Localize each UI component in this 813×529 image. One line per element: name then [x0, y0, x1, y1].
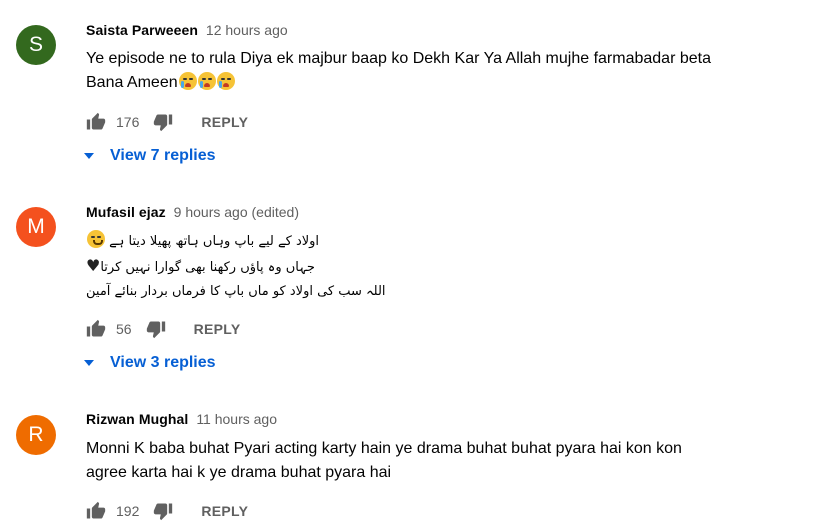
thumbs-up-icon[interactable] [86, 501, 106, 521]
loudly-crying-face-icon [216, 72, 235, 90]
view-replies-label: View 3 replies [110, 354, 216, 371]
reply-button[interactable]: REPLY [201, 114, 248, 130]
avatar[interactable]: S [16, 25, 56, 65]
loudly-crying-face-icon [178, 72, 197, 90]
comment-text-line: اللہ سب کی اولاد کو ماں باپ کا فرماں برد… [86, 284, 386, 299]
avatar[interactable]: R [16, 415, 56, 455]
like-count: 192 [116, 503, 140, 519]
comment-text-line: agree karta hai k ye drama buhat pyara h… [86, 464, 392, 481]
reply-button[interactable]: REPLY [201, 503, 248, 519]
view-replies-label: View 7 replies [110, 147, 216, 164]
timestamp[interactable]: 9 hours ago (edited) [174, 204, 299, 220]
thumbs-up-icon[interactable] [86, 112, 106, 132]
author-name[interactable]: Saista Parweeen [86, 22, 198, 38]
upside-down-face-icon [87, 230, 105, 248]
comment-actions: 192 REPLY [86, 500, 248, 522]
thumbs-up-icon[interactable] [86, 319, 106, 339]
comment-text-line: جہاں وہ پاؤں رکھنا بھی گوارا نہیں کرتا [100, 260, 315, 275]
like-count: 56 [116, 321, 132, 337]
timestamp[interactable]: 12 hours ago [206, 22, 288, 38]
comment-text: اولاد کے لیے باپ وہاں ہاتھ پھیلا دیتا ہے… [86, 230, 416, 304]
comment-text-line: Ye episode ne to rula Diya ek majbur baa… [86, 50, 711, 67]
comment-actions: 176 REPLY [86, 111, 248, 133]
avatar-initial: S [28, 33, 43, 56]
comment-text: Ye episode ne to rula Diya ek majbur baa… [86, 47, 786, 95]
comment-header: Mufasil ejaz 9 hours ago (edited) [86, 204, 299, 220]
thumbs-down-icon[interactable] [146, 319, 166, 339]
author-name[interactable]: Mufasil ejaz [86, 204, 166, 220]
loudly-crying-face-icon [197, 72, 216, 90]
timestamp[interactable]: 11 hours ago [196, 411, 277, 427]
comment-text-line: Monni K baba buhat Pyari acting karty ha… [86, 440, 682, 457]
avatar-initial: M [27, 215, 45, 238]
reply-button[interactable]: REPLY [194, 321, 241, 337]
avatar-initial: R [28, 423, 44, 446]
comment-text: Monni K baba buhat Pyari acting karty ha… [86, 437, 786, 485]
comment-text-line: اولاد کے لیے باپ وہاں ہاتھ پھیلا دیتا ہے [109, 234, 320, 249]
caret-down-icon [84, 153, 94, 159]
thumbs-down-icon[interactable] [153, 112, 173, 132]
comment-actions: 56 REPLY [86, 318, 240, 340]
avatar[interactable]: M [16, 207, 56, 247]
caret-down-icon [84, 360, 94, 366]
comment-header: Saista Parweeen 12 hours ago [86, 22, 288, 38]
comment-header: Rizwan Mughal 11 hours ago [86, 411, 277, 427]
like-count: 176 [116, 114, 140, 130]
view-replies-button[interactable]: View 7 replies [84, 147, 216, 165]
thumbs-down-icon[interactable] [153, 501, 173, 521]
author-name[interactable]: Rizwan Mughal [86, 411, 188, 427]
view-replies-button[interactable]: View 3 replies [84, 354, 216, 372]
comment-text-line: Bana Ameen [86, 74, 178, 91]
black-heart-icon: ♥ [86, 256, 101, 275]
